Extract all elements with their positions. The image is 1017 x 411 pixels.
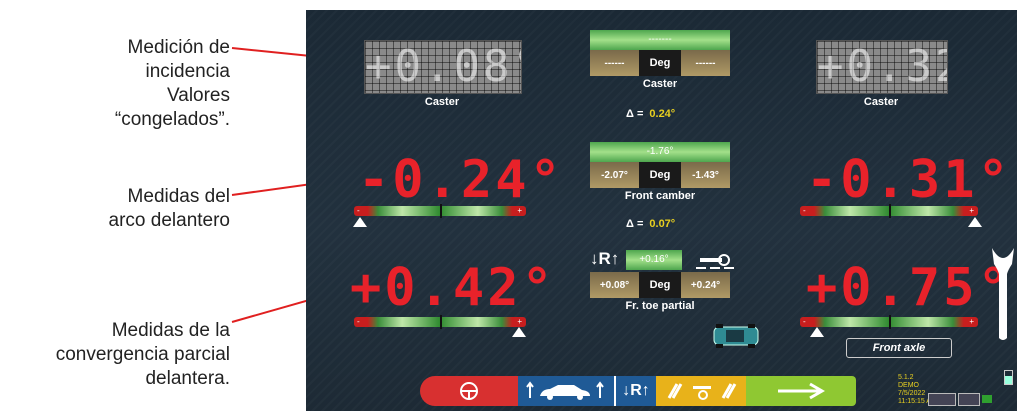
caster-center-row: ------ Deg ------ [590,50,730,76]
caster-right-label: Caster [863,96,899,108]
annotation-line: incidencia [145,61,231,82]
caster-left-label: Caster [424,96,460,108]
delta-symbol: Δ = [626,108,644,120]
arrow-right-icon [778,382,825,400]
annotation-line: “congelados”. [114,109,230,130]
wrench-icon [667,383,737,400]
caster-center-panel: ------- ------ Deg ------ Caster [590,30,730,90]
wrench-icon [696,254,734,269]
keyboard-small-icon[interactable] [958,393,980,406]
alignment-screen: +0.08° Caster +0.32° Caster ------- ----… [306,10,1017,411]
annotation-caster: Medición de incidencia Valores “congelad… [115,36,230,132]
toe-right-value: +0.75° [806,258,1012,318]
toe-right-pointer [810,327,824,337]
annotation-camber: Medidas del arco delantero [109,185,230,233]
camber-center-unit: Deg [639,162,681,188]
caster-center-unit: Deg [639,50,681,76]
camber-center-row: -2.07° Deg -1.43° [590,162,730,188]
toe-center-left: +0.08° [590,272,639,298]
adjust-button[interactable] [656,376,746,406]
keyboard-icon[interactable] [928,393,956,406]
camber-right-bar: - + [800,204,978,218]
camber-left-pointer [353,217,367,227]
annotation-line: convergencia parcial [55,344,230,365]
network-icon [982,395,992,403]
camber-center-panel: -1.76° -2.07° Deg -1.43° Front camber [590,142,730,202]
next-button[interactable] [746,376,856,406]
annotation-line: Medición de [127,37,230,58]
toe-center-unit: Deg [639,272,681,298]
caster-right-frozen-value: +0.32° [816,40,948,94]
camber-left-value: -0.24° [358,150,564,210]
camber-left-bar: - + [354,204,526,218]
steering-wheel-icon [460,382,478,400]
wrench-large-icon [992,248,1014,340]
camber-center-left: -2.07° [590,162,639,188]
toe-left-bar: - + [354,315,526,329]
rideheight-badge: ↓R↑ [590,249,620,268]
annotation-line: Medidas del [127,186,230,207]
toe-left-pointer [512,327,526,337]
camber-right-value: -0.31° [806,150,1012,210]
caster-delta-value: 0.24° [649,108,676,120]
delta-symbol: Δ = [626,218,644,230]
car-icon [526,381,604,400]
camber-center-top: -1.76° [590,142,730,162]
camber-center-right: -1.43° [681,162,730,188]
toe-left-value: +0.42° [350,258,556,318]
car-top-view-icon [713,324,759,348]
toe-center-header: ↓R↑ +0.16° [590,249,734,272]
battery-icon [1004,370,1013,385]
annotation-line: arco delantero [108,210,230,231]
bottom-toolbar: ↓R↑ [420,376,892,406]
rideheight-button[interactable]: ↓R↑ [614,376,656,406]
caster-left-frozen-value: +0.08° [364,40,522,94]
camber-delta-value: 0.07° [649,218,676,230]
camber-center-title: Front camber [624,190,696,202]
caster-center-top: ------- [590,30,730,50]
caster-delta: Δ = 0.24° [626,108,675,120]
toe-center-row: +0.08° Deg +0.24° [590,272,730,298]
toe-center-right: +0.24° [681,272,730,298]
steering-wheel-button[interactable] [420,376,518,406]
caster-center-right: ------ [681,50,730,76]
caster-center-left: ------ [590,50,639,76]
toe-right-bar: - + [800,315,978,329]
vehicle-button[interactable] [518,376,614,406]
camber-right-pointer [968,217,982,227]
annotation-line: Valores [166,85,230,106]
annotation-toe: Medidas de la convergencia parcial delan… [56,319,230,391]
toe-center-top: +0.16° [626,250,682,270]
status-mode: DEMO [898,382,919,389]
toe-center-panel: ↓R↑ +0.16° +0.08° Deg +0.24° Fr. toe par… [590,249,734,312]
toe-center-title: Fr. toe partial [625,300,695,312]
status-version: 5.1.2 [898,374,914,381]
annotation-line: Medidas de la [111,320,230,341]
front-axle-button[interactable]: Front axle [846,338,952,358]
camber-delta: Δ = 0.07° [626,218,675,230]
caster-center-title: Caster [642,78,678,90]
annotation-line: delantera. [145,368,230,389]
